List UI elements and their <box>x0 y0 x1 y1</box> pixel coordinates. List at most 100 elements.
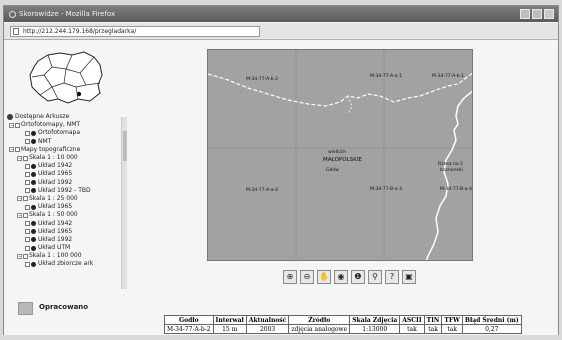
tree-item-label: Skala 1 : 100 000 <box>29 252 82 260</box>
table-cell: 15 m <box>212 324 247 334</box>
info-icon[interactable]: ❶ <box>351 270 365 284</box>
tree-item[interactable]: Układ 1965 <box>7 170 127 178</box>
tree-item[interactable]: − Skala 1 : 25 000 <box>7 195 127 203</box>
full-extent-icon[interactable]: ◉ <box>334 270 348 284</box>
layer-checkbox[interactable] <box>25 261 30 267</box>
layer-checkbox[interactable] <box>25 130 30 136</box>
sheet-info-table: Godło Interwał Aktualność Źródło Skala Z… <box>164 315 522 334</box>
column-header: Interwał <box>212 315 247 325</box>
layer-checkbox[interactable] <box>25 237 30 243</box>
sheet-label: M-34-77-A-b-2 <box>246 77 279 82</box>
tree-item[interactable]: − Mapy topograficzne <box>7 146 127 154</box>
layer-icon <box>31 180 36 186</box>
tree-item[interactable]: − Skala 1 : 10 000 <box>7 154 127 162</box>
tree-item[interactable]: Układ 1965 <box>7 203 127 211</box>
window-title: Skorowidze - Mozilla Firefox <box>19 10 116 18</box>
layer-checkbox[interactable] <box>25 180 30 186</box>
table-cell: zdjęcia analogowe <box>288 324 351 334</box>
expand-toggle-icon[interactable]: − <box>9 122 14 128</box>
tree-item-label: Układ 1965 <box>38 227 73 235</box>
expand-toggle-icon[interactable]: − <box>17 253 22 259</box>
layer-icon <box>31 237 36 243</box>
tree-item[interactable]: Układ 1965 <box>7 228 127 236</box>
tree-item[interactable]: Układ 1942 <box>7 219 127 227</box>
layer-checkbox[interactable] <box>23 155 28 161</box>
layer-checkbox[interactable] <box>23 212 28 218</box>
layer-checkbox[interactable] <box>25 163 30 169</box>
location-marker <box>76 91 82 97</box>
column-header: Źródło <box>288 315 351 325</box>
sheet-label: M-34-77-A-b-1 <box>432 74 465 79</box>
map-toolbar: ⊕ ⊖ ✋ ◉ ❶ ⚲? ▣ <box>283 270 416 284</box>
place-label: wielkich <box>328 150 347 155</box>
tree-item-label: Skala 1 : 10 000 <box>29 154 78 162</box>
layer-checkbox[interactable] <box>25 188 30 194</box>
sheet-label: M-34-77-B-a-4 <box>440 187 473 192</box>
layer-checkbox[interactable] <box>23 196 28 202</box>
tree-item-label: NMT <box>38 137 52 145</box>
overview-map[interactable] <box>24 49 106 105</box>
close-button[interactable] <box>544 9 554 19</box>
tree-item[interactable]: Dostępne Arkusze <box>7 113 127 121</box>
tree-item-label: Skala 1 : 50 000 <box>29 211 78 219</box>
tree-item[interactable]: − Skala 1 : 50 000 <box>7 211 127 219</box>
tree-scrollbar[interactable] <box>121 117 127 289</box>
tree-scroll-thumb[interactable] <box>123 131 127 161</box>
pan-icon[interactable]: ✋ <box>317 270 331 284</box>
layer-icon <box>31 245 36 251</box>
tree-item[interactable]: Układ UTM <box>7 244 127 252</box>
layer-checkbox[interactable] <box>25 221 30 227</box>
expand-toggle-icon[interactable]: − <box>17 212 22 218</box>
layer-icon <box>31 221 36 227</box>
maximize-button[interactable] <box>532 9 542 19</box>
place-label: Gdów <box>326 168 339 173</box>
help-icon[interactable]: ? <box>385 270 399 284</box>
layer-checkbox[interactable] <box>23 253 28 259</box>
layer-icon <box>31 188 36 194</box>
table-cell: 0,27 <box>461 324 522 334</box>
find-icon[interactable]: ⚲ <box>368 270 382 284</box>
minimize-button[interactable] <box>520 9 530 19</box>
tree-item[interactable]: Układ 1942 <box>7 162 127 170</box>
zoom-out-icon[interactable]: ⊖ <box>300 270 314 284</box>
tree-item-label: Skala 1 : 25 000 <box>29 194 78 202</box>
expand-toggle-icon[interactable]: − <box>17 155 22 161</box>
layer-checkbox[interactable] <box>15 147 20 153</box>
tree-item-label: Ortofotomapy, NMT <box>21 121 81 129</box>
tree-item[interactable]: Układ 1992 <box>7 236 127 244</box>
table-cell: tak <box>423 324 443 334</box>
print-icon[interactable]: ▣ <box>402 270 416 284</box>
tree-item[interactable]: − Ortofotomapy, NMT <box>7 121 127 129</box>
tree-item-label: Układ 1965 <box>38 170 73 178</box>
tree-item[interactable]: − Skala 1 : 100 000 <box>7 252 127 260</box>
tree-item-label: Układ 1992 <box>38 178 73 186</box>
expand-toggle-icon[interactable]: − <box>17 196 22 202</box>
zoom-in-icon[interactable]: ⊕ <box>283 270 297 284</box>
layer-icon <box>31 204 36 210</box>
tree-item-label: Układ 1992 <box>38 235 73 243</box>
expand-toggle-icon[interactable]: − <box>9 147 14 153</box>
layer-checkbox[interactable] <box>25 171 30 177</box>
layer-checkbox[interactable] <box>25 204 30 210</box>
address-bar: http://212.244.179.168/przegladarka/ <box>4 23 558 40</box>
layer-checkbox[interactable] <box>25 139 30 145</box>
url-field[interactable]: http://212.244.179.168/przegladarka/ <box>10 26 260 37</box>
table-cell: 2003 <box>245 324 290 334</box>
tree-item[interactable]: Układ 1992 <box>7 179 127 187</box>
tree-item[interactable]: Ortofotomapa <box>7 129 127 137</box>
layer-checkbox[interactable] <box>25 245 30 251</box>
table-cell: tak <box>399 324 425 334</box>
page-content: Dostępne Arkusze − Ortofotomapy, NMT Ortofo… <box>4 41 558 335</box>
layer-checkbox[interactable] <box>15 122 20 128</box>
tree-item[interactable]: Układ zbiorcze ark <box>7 260 127 268</box>
layer-icon <box>31 171 36 177</box>
page-icon <box>13 28 19 35</box>
tree-item-label: Układ 1965 <box>38 203 73 211</box>
firefox-icon <box>9 10 16 18</box>
tree-item[interactable]: Układ 1992 - TBD <box>7 187 127 195</box>
globe-icon <box>7 114 13 121</box>
layer-checkbox[interactable] <box>25 229 30 235</box>
map-view[interactable]: M-34-77-A-b-2 M-34-77-A-a-1 M-34-77-A-b-… <box>207 49 473 261</box>
tree-item-label: Układ 1942 <box>38 162 73 170</box>
tree-item[interactable]: NMT <box>7 138 127 146</box>
